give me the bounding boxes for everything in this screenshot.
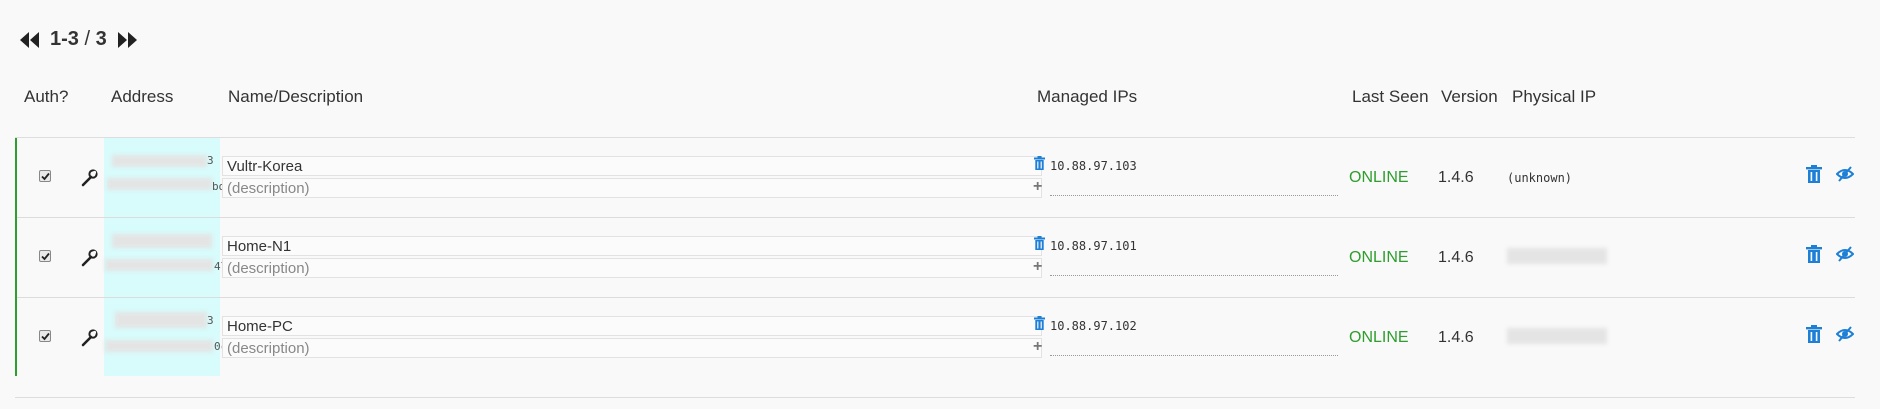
redacted-address <box>112 234 212 248</box>
member-version: 1.4.6 <box>1438 169 1474 186</box>
header-address: Address <box>111 87 174 106</box>
member-row: 3 bd 10.88.97.103 + ONLINE 1.4.6 (unknow… <box>17 138 1855 218</box>
auth-checkbox[interactable] <box>39 250 51 262</box>
delete-member-icon[interactable] <box>1806 165 1822 188</box>
last-seen-status: ONLINE <box>1349 169 1409 186</box>
page-range: 1-3 / 3 <box>50 28 107 51</box>
member-version: 1.4.6 <box>1438 249 1474 266</box>
redacted-address <box>107 178 212 190</box>
wrench-icon[interactable] <box>79 248 99 273</box>
header-managed-ips: Managed IPs <box>1037 87 1138 106</box>
managed-ip: 10.88.97.103 <box>1050 159 1137 173</box>
first-page-icon[interactable] <box>18 31 40 49</box>
member-row: 47 10.88.97.101 + ONLINE 1.4.6 <box>17 218 1855 298</box>
header-last-seen: Last Seen <box>1352 87 1429 106</box>
address-fragment: 3 <box>207 154 214 167</box>
redacted-address <box>105 340 213 352</box>
last-seen-status: ONLINE <box>1349 249 1409 266</box>
hide-member-icon[interactable] <box>1835 246 1855 267</box>
member-description-input[interactable] <box>222 338 1042 358</box>
member-row: 3 0c 10.88.97.102 + ONLINE 1.4.6 <box>17 298 1855 378</box>
add-ip-input[interactable] <box>1050 180 1338 196</box>
page-range-separator: / <box>78 28 96 50</box>
header-name-description: Name/Description <box>228 87 364 106</box>
header-version: Version <box>1441 87 1498 106</box>
remove-ip-icon[interactable] <box>1034 236 1045 255</box>
physical-ip: (unknown) <box>1507 171 1573 185</box>
auth-checkbox[interactable] <box>39 330 51 342</box>
add-ip-icon[interactable]: + <box>1033 259 1042 275</box>
delete-member-icon[interactable] <box>1806 325 1822 348</box>
managed-ip: 10.88.97.102 <box>1050 319 1137 333</box>
hide-member-icon[interactable] <box>1835 326 1855 347</box>
delete-member-icon[interactable] <box>1806 245 1822 268</box>
hide-member-icon[interactable] <box>1835 166 1855 187</box>
remove-ip-icon[interactable] <box>1034 156 1045 175</box>
member-description-input[interactable] <box>222 178 1042 198</box>
member-description-input[interactable] <box>222 258 1042 278</box>
remove-ip-icon[interactable] <box>1034 316 1045 335</box>
last-page-icon[interactable] <box>117 31 139 49</box>
member-name-input[interactable] <box>222 316 1042 336</box>
add-ip-input[interactable] <box>1050 260 1338 276</box>
redacted-address <box>115 312 207 328</box>
header-auth: Auth? <box>24 87 69 106</box>
footer-divider <box>15 397 1855 398</box>
wrench-icon[interactable] <box>79 168 99 193</box>
member-name-input[interactable] <box>222 236 1042 256</box>
member-version: 1.4.6 <box>1438 329 1474 346</box>
address-fragment: 3 <box>207 314 214 327</box>
redacted-address <box>105 259 213 271</box>
pagination: 1-3 / 3 <box>18 28 139 51</box>
managed-ip: 10.88.97.101 <box>1050 239 1137 253</box>
add-ip-icon[interactable]: + <box>1033 339 1042 355</box>
auth-checkbox[interactable] <box>39 170 51 182</box>
add-ip-input[interactable] <box>1050 340 1338 356</box>
redacted-address <box>112 155 207 167</box>
member-name-input[interactable] <box>222 156 1042 176</box>
page-range-value: 1-3 <box>50 28 79 50</box>
last-seen-status: ONLINE <box>1349 329 1409 346</box>
add-ip-icon[interactable]: + <box>1033 179 1042 195</box>
header-physical-ip: Physical IP <box>1512 87 1597 106</box>
wrench-icon[interactable] <box>79 328 99 353</box>
redacted-physical-ip <box>1507 248 1607 264</box>
redacted-physical-ip <box>1507 328 1607 344</box>
page-total: 3 <box>95 28 107 50</box>
